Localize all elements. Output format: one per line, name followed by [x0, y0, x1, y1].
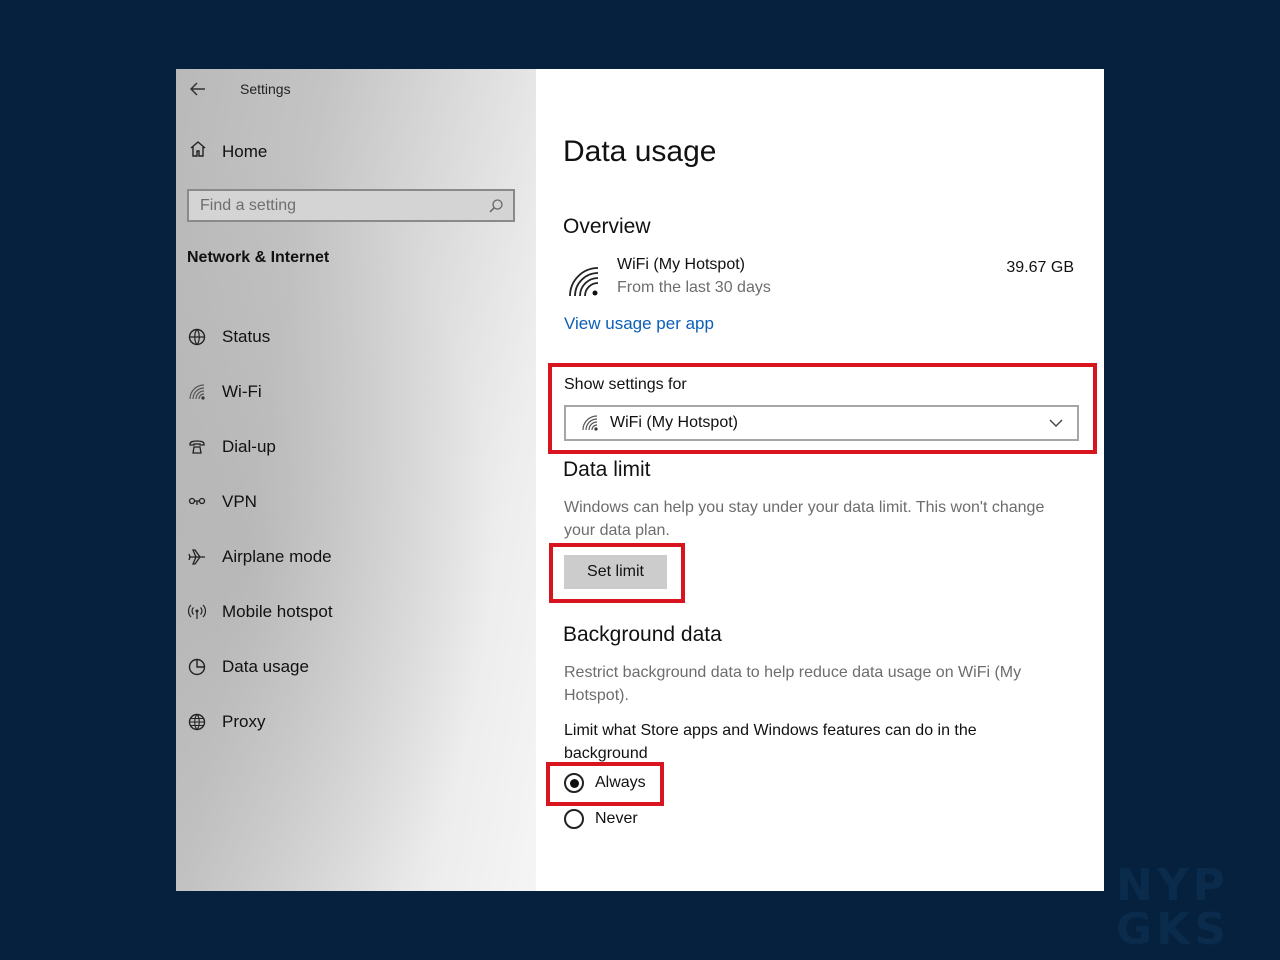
- network-select[interactable]: WiFi (My Hotspot): [564, 405, 1079, 441]
- vpn-icon: [186, 491, 208, 513]
- sidebar-item-vpn[interactable]: VPN: [186, 474, 333, 529]
- view-usage-per-app-link[interactable]: View usage per app: [564, 314, 714, 334]
- chevron-down-icon: [1047, 414, 1065, 432]
- sidebar-item-mobile-hotspot[interactable]: Mobile hotspot: [186, 584, 333, 639]
- set-limit-button[interactable]: Set limit: [564, 555, 667, 589]
- sidebar-nav: Status Wi-Fi Dial-up VPN Airplane mode M…: [186, 309, 333, 749]
- sidebar-item-proxy[interactable]: Proxy: [186, 694, 333, 749]
- radio-always[interactable]: Always: [564, 773, 646, 793]
- overview-network-name: WiFi (My Hotspot): [617, 256, 745, 273]
- wifi-icon: [580, 413, 600, 433]
- background-data-description: Restrict background data to help reduce …: [564, 664, 1022, 704]
- sidebar-item-data-usage[interactable]: Data usage: [186, 639, 333, 694]
- sidebar-item-label: Status: [222, 326, 271, 346]
- main-content: Data usage Overview WiFi (My Hotspot) Fr…: [536, 69, 1104, 891]
- data-limit-heading: Data limit: [563, 458, 651, 481]
- overview-heading: Overview: [563, 215, 651, 238]
- sidebar-item-label: Dial-up: [222, 436, 276, 456]
- sidebar-item-label: Data usage: [222, 656, 309, 676]
- search-input[interactable]: [189, 195, 485, 216]
- app-title: Settings: [240, 81, 291, 97]
- radio-circle[interactable]: [564, 773, 584, 793]
- sidebar-item-label: Wi-Fi: [222, 381, 262, 401]
- title-bar: Settings: [186, 77, 291, 101]
- sidebar-item-dial-up[interactable]: Dial-up: [186, 419, 333, 474]
- sidebar-item-label: Proxy: [222, 711, 266, 731]
- search-box[interactable]: [187, 189, 515, 222]
- show-settings-label: Show settings for: [564, 376, 687, 393]
- nav-home[interactable]: Home: [188, 139, 267, 164]
- airplane-icon: [186, 546, 208, 568]
- wifi-icon: [186, 381, 208, 403]
- back-arrow-icon[interactable]: [186, 77, 210, 101]
- settings-window: Settings Home Network & Internet Status: [176, 69, 1104, 891]
- sidebar-item-airplane-mode[interactable]: Airplane mode: [186, 529, 333, 584]
- search-icon[interactable]: [485, 195, 507, 217]
- background-data-heading: Background data: [563, 623, 722, 646]
- status-globe-icon: [186, 326, 208, 348]
- wifi-icon: [567, 265, 601, 299]
- sidebar-item-label: Airplane mode: [222, 546, 332, 566]
- hotspot-icon: [186, 601, 208, 623]
- radio-circle[interactable]: [564, 809, 584, 829]
- globe-icon: [186, 711, 208, 733]
- network-select-value: WiFi (My Hotspot): [610, 414, 738, 431]
- overview-period: From the last 30 days: [617, 279, 771, 296]
- sidebar-item-label: Mobile hotspot: [222, 601, 333, 621]
- watermark-logo: NYP GKS: [1116, 860, 1230, 955]
- sidebar-item-status[interactable]: Status: [186, 309, 333, 364]
- radio-never[interactable]: Never: [564, 809, 638, 829]
- radio-label: Never: [595, 810, 638, 827]
- phone-icon: [186, 436, 208, 458]
- background-data-question: Limit what Store apps and Windows featur…: [564, 722, 977, 762]
- radio-label: Always: [595, 774, 646, 791]
- sidebar-item-label: VPN: [222, 491, 257, 511]
- sidebar-item-wifi[interactable]: Wi-Fi: [186, 364, 333, 419]
- page-title: Data usage: [563, 135, 717, 168]
- home-icon: [188, 139, 208, 164]
- radio-selected-dot: [569, 778, 579, 788]
- sidebar: Settings Home Network & Internet Status: [176, 69, 536, 891]
- overview-usage-value: 39.67 GB: [1006, 259, 1074, 276]
- data-usage-icon: [186, 656, 208, 678]
- nav-home-label: Home: [222, 141, 268, 161]
- section-heading: Network & Internet: [187, 249, 330, 266]
- data-limit-description: Windows can help you stay under your dat…: [564, 499, 1045, 539]
